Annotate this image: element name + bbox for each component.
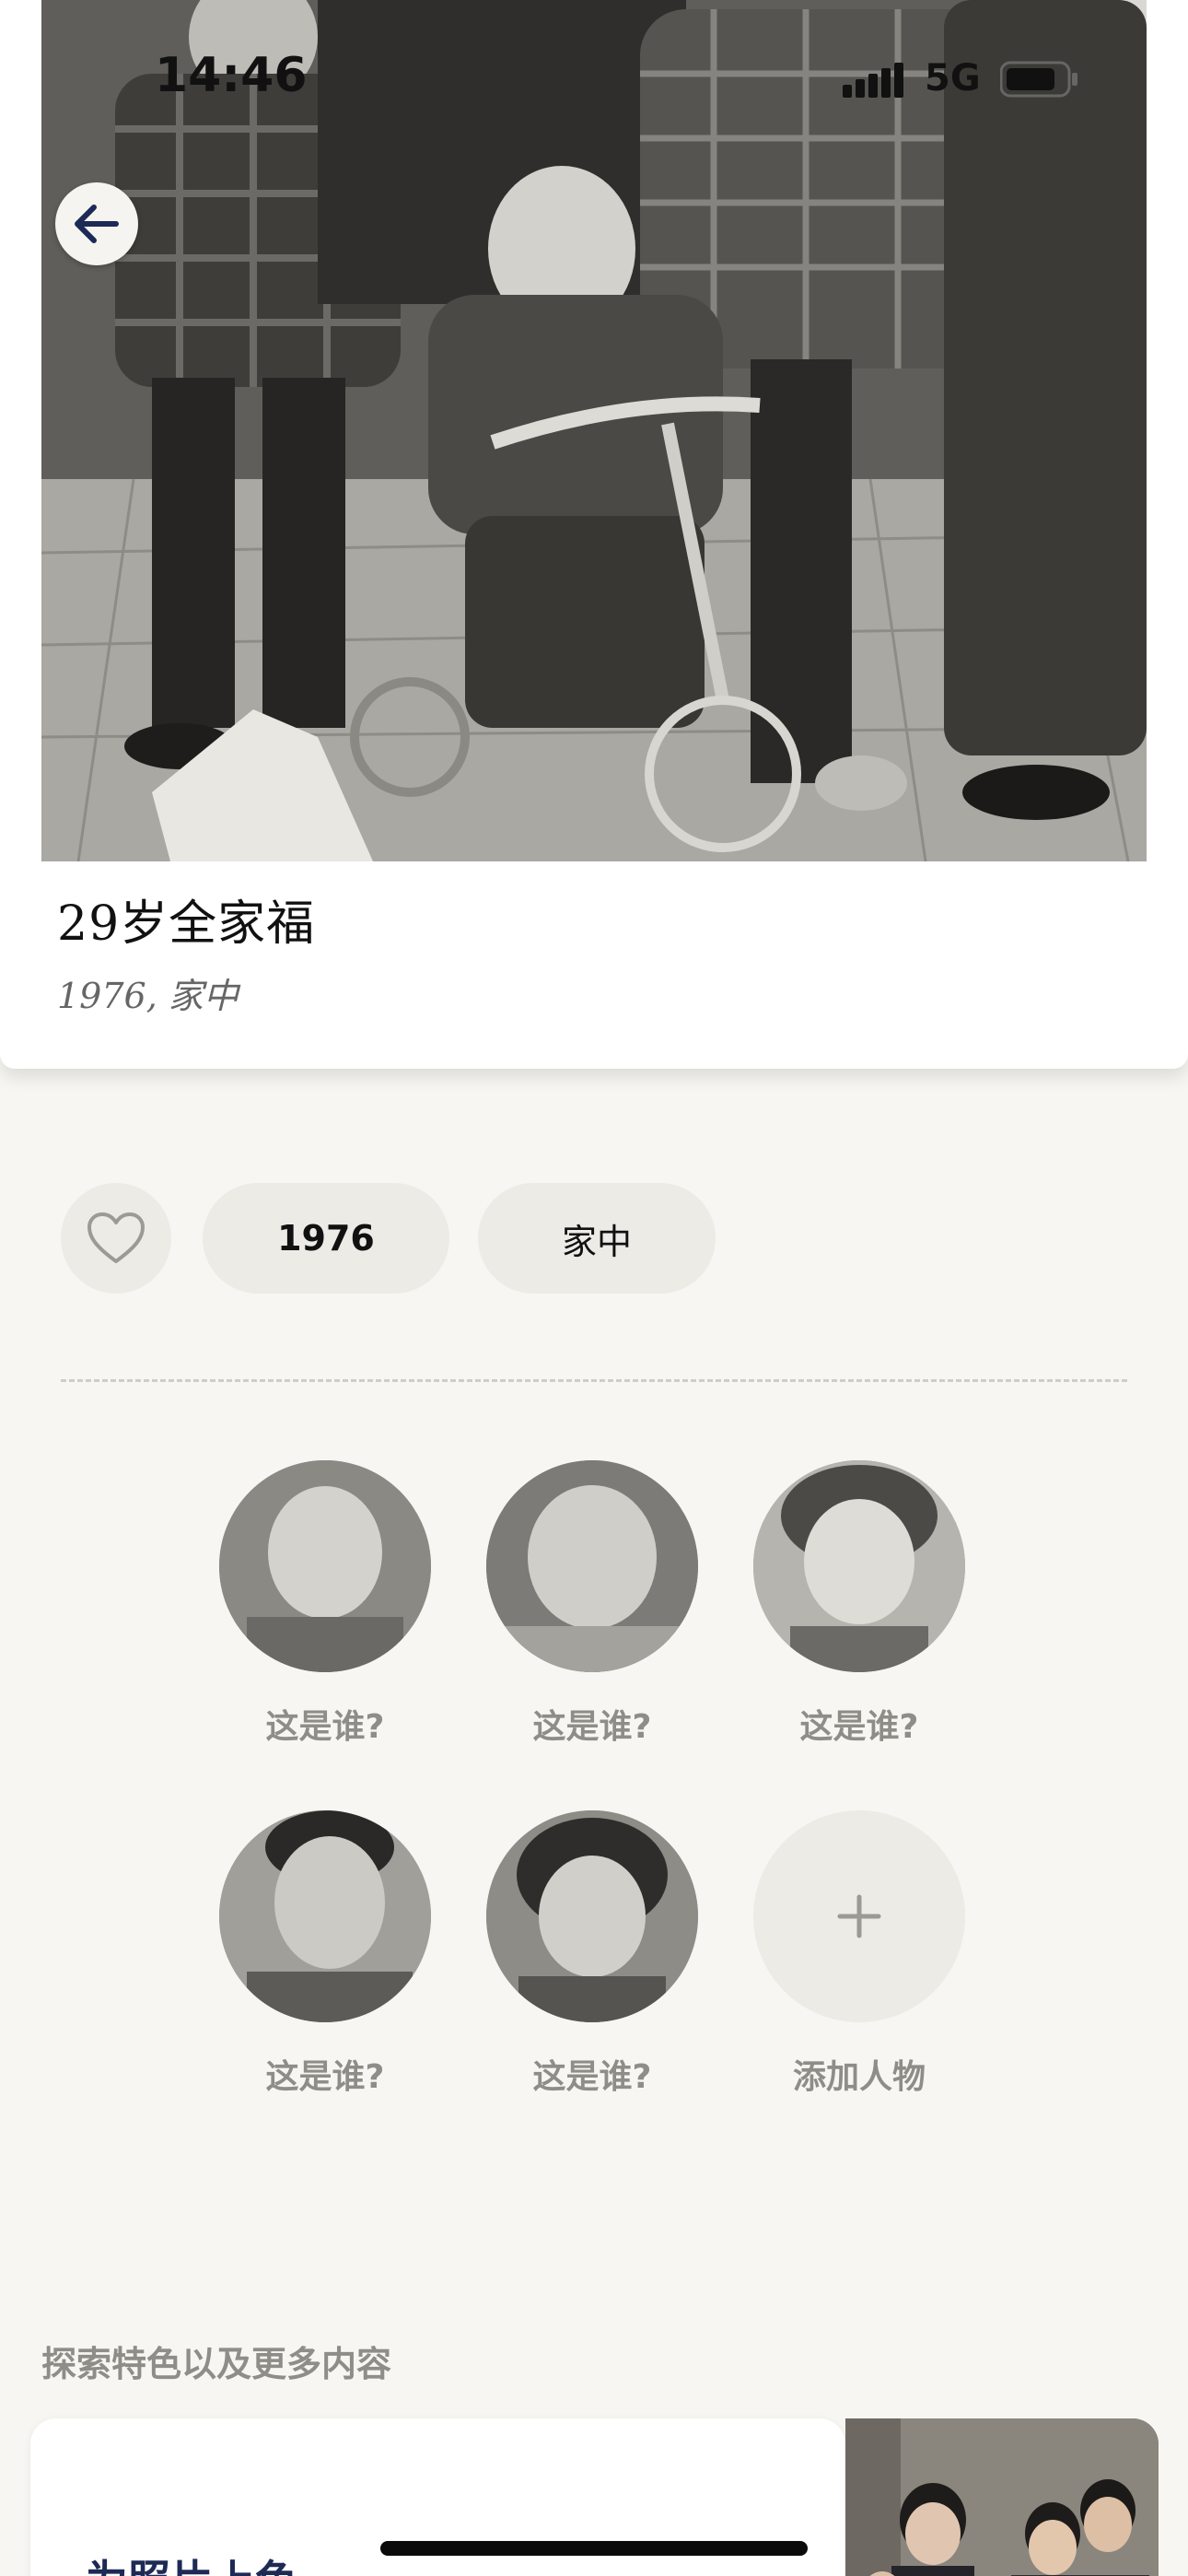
face-thumbnail (486, 1810, 698, 2022)
feature-thumbnail[interactable] (845, 2418, 1159, 2576)
person-label: 这是谁? (532, 2058, 652, 2096)
person-3[interactable]: 这是谁? (749, 1460, 970, 1748)
add-person-label: 添加人物 (792, 2058, 926, 2096)
place-tag[interactable]: 家中 (478, 1183, 716, 1294)
person-label: 这是谁? (265, 1708, 385, 1746)
photo-title: 29岁全家福 (57, 896, 316, 952)
network-label: 5G (925, 57, 981, 100)
person-label: 这是谁? (532, 1708, 652, 1746)
person-1[interactable]: 这是谁? (215, 1460, 436, 1748)
explore-section-title: 探索特色以及更多内容 (41, 2344, 392, 2384)
person-label: 这是谁? (265, 2058, 385, 2096)
family-photo-illustration (41, 0, 1147, 861)
add-person-button[interactable]: 添加人物 (749, 1810, 970, 2098)
favorite-button[interactable] (61, 1183, 171, 1294)
person-label: 这是谁? (799, 1708, 919, 1746)
battery-icon (1000, 61, 1077, 98)
back-arrow-icon (75, 205, 119, 243)
back-button[interactable] (55, 182, 138, 265)
plus-icon (837, 1894, 881, 1938)
status-time: 14:46 (155, 48, 308, 103)
face-thumbnail (753, 1460, 965, 1672)
home-indicator (380, 2541, 808, 2556)
feature-title: 为照片上色 (86, 2547, 297, 2576)
photo-meta: 1976, 家中 (57, 976, 239, 1016)
person-5[interactable]: 这是谁? (482, 1810, 703, 2098)
person-4[interactable]: 这是谁? (215, 1810, 436, 2098)
section-divider (61, 1379, 1127, 1382)
face-thumbnail (486, 1460, 698, 1672)
add-person-circle (753, 1810, 965, 2022)
photo-card: 29岁全家福 1976, 家中 (0, 0, 1188, 1069)
family-photo[interactable] (41, 0, 1147, 861)
face-thumbnail (219, 1810, 431, 2022)
person-2[interactable]: 这是谁? (482, 1460, 703, 1748)
face-thumbnail (219, 1460, 431, 1672)
signal-icon (843, 63, 903, 98)
year-tag[interactable]: 1976 (203, 1183, 449, 1294)
heart-icon (87, 1212, 145, 1263)
